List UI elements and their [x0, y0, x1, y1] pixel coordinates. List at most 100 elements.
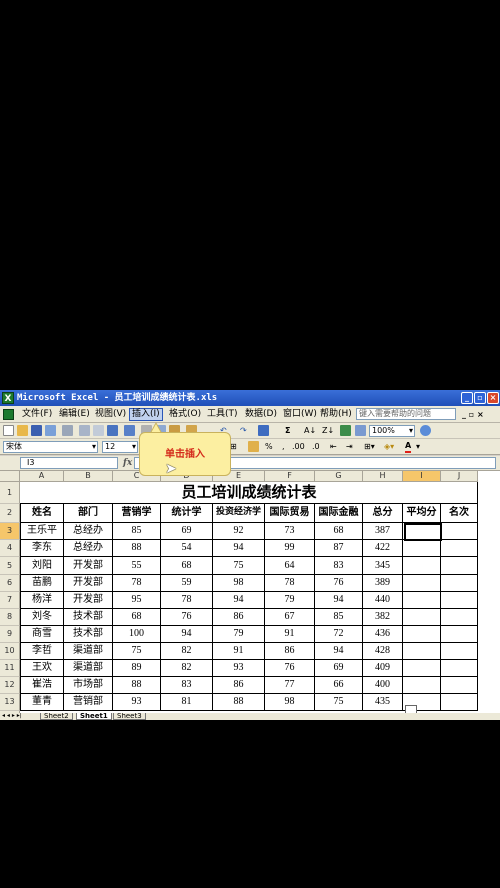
table-cell[interactable]: 总经办: [64, 523, 113, 540]
table-cell[interactable]: 59: [161, 575, 213, 592]
email-icon[interactable]: [62, 425, 73, 436]
menu-insert[interactable]: 插入(I): [129, 408, 163, 421]
table-cell[interactable]: 83: [161, 677, 213, 694]
research-icon[interactable]: [124, 425, 135, 436]
table-cell[interactable]: 100: [113, 626, 161, 643]
minimize-button[interactable]: _: [461, 392, 473, 404]
table-cell[interactable]: 市场部: [64, 677, 113, 694]
table-cell[interactable]: 78: [113, 575, 161, 592]
table-cell[interactable]: 68: [161, 557, 213, 575]
table-cell[interactable]: [441, 540, 478, 557]
table-cell[interactable]: 渠道部: [64, 643, 113, 660]
table-cell[interactable]: [441, 609, 478, 626]
table-cell[interactable]: 91: [213, 643, 265, 660]
table-cell[interactable]: 94: [315, 592, 363, 609]
table-header-col-b[interactable]: 部门: [64, 504, 113, 523]
decrease-decimal-icon[interactable]: .0: [312, 441, 320, 453]
table-cell[interactable]: 422: [363, 540, 403, 557]
table-cell[interactable]: 75: [315, 694, 363, 711]
table-cell[interactable]: 商雪: [20, 626, 64, 643]
menu-data[interactable]: 数据(D): [243, 409, 279, 420]
table-cell[interactable]: 技术部: [64, 626, 113, 643]
spelling-icon[interactable]: [107, 425, 118, 436]
table-cell[interactable]: [403, 677, 441, 694]
table-cell[interactable]: 435: [363, 694, 403, 711]
row-header-11[interactable]: 11: [0, 660, 20, 677]
sheet-tab-sheet3[interactable]: Sheet3: [113, 713, 146, 720]
table-cell[interactable]: 64: [265, 557, 315, 575]
table-header-col-d[interactable]: 统计学: [161, 504, 213, 523]
row-header-1[interactable]: 1: [0, 482, 20, 504]
print-icon[interactable]: [79, 425, 90, 436]
table-header-col-a[interactable]: 姓名: [20, 504, 64, 523]
table-cell[interactable]: 93: [213, 660, 265, 677]
table-cell[interactable]: 杨洋: [20, 592, 64, 609]
table-cell[interactable]: 68: [315, 523, 363, 540]
row-header-13[interactable]: 13: [0, 694, 20, 711]
table-cell[interactable]: 93: [113, 694, 161, 711]
table-cell[interactable]: 81: [161, 694, 213, 711]
table-cell[interactable]: 76: [161, 609, 213, 626]
table-cell[interactable]: 79: [213, 626, 265, 643]
row-header-5[interactable]: 5: [0, 557, 20, 575]
menu-edit[interactable]: 编辑(E): [57, 409, 92, 420]
table-cell[interactable]: 87: [315, 540, 363, 557]
table-header-col-c[interactable]: 营销学: [113, 504, 161, 523]
table-header-col-g[interactable]: 国际金融: [315, 504, 363, 523]
row-header-12[interactable]: 12: [0, 677, 20, 694]
restore-button[interactable]: ▫: [474, 392, 486, 404]
hyperlink-icon[interactable]: [258, 425, 269, 436]
table-cell[interactable]: [441, 677, 478, 694]
table-cell[interactable]: 67: [265, 609, 315, 626]
table-cell[interactable]: 苗鹏: [20, 575, 64, 592]
menu-view[interactable]: 视图(V): [93, 409, 128, 420]
row-header-6[interactable]: 6: [0, 575, 20, 592]
table-cell[interactable]: 76: [265, 660, 315, 677]
row-header-2[interactable]: 2: [0, 504, 20, 523]
table-cell[interactable]: 72: [315, 626, 363, 643]
menu-window[interactable]: 窗口(W): [281, 409, 319, 420]
column-header-b[interactable]: B: [64, 471, 113, 482]
column-header-g[interactable]: G: [315, 471, 363, 482]
table-cell[interactable]: 98: [213, 575, 265, 592]
table-cell[interactable]: 开发部: [64, 592, 113, 609]
table-cell[interactable]: 78: [265, 575, 315, 592]
sheet-tab-sheet1[interactable]: Sheet1: [76, 713, 112, 720]
table-cell[interactable]: [441, 575, 478, 592]
column-header-f[interactable]: F: [265, 471, 315, 482]
table-cell[interactable]: 董青: [20, 694, 64, 711]
table-cell[interactable]: [403, 575, 441, 592]
insert-function-icon[interactable]: fx: [123, 457, 132, 469]
help-search-input[interactable]: 键入需要帮助的问题: [356, 408, 456, 420]
chart-wizard-icon[interactable]: [340, 425, 351, 436]
excel-icon[interactable]: X: [2, 392, 14, 404]
row-header-3[interactable]: 3: [0, 523, 20, 540]
table-cell[interactable]: [441, 626, 478, 643]
table-cell[interactable]: 86: [213, 609, 265, 626]
workbook-controls[interactable]: _ ▫ ×: [462, 409, 484, 420]
table-cell[interactable]: 刘阳: [20, 557, 64, 575]
font-size-select[interactable]: 12: [102, 441, 138, 453]
sort-descending-icon[interactable]: Z↓: [322, 425, 334, 437]
close-button[interactable]: ×: [487, 392, 499, 404]
table-cell[interactable]: 85: [113, 523, 161, 540]
table-cell[interactable]: [441, 557, 478, 575]
table-cell[interactable]: 94: [315, 643, 363, 660]
table-cell[interactable]: [403, 660, 441, 677]
font-color-dropdown-icon[interactable]: ▾: [416, 441, 420, 453]
table-cell[interactable]: 开发部: [64, 557, 113, 575]
table-cell[interactable]: 382: [363, 609, 403, 626]
tab-scroll-buttons[interactable]: ◂ ◂ ▸ ▸|: [2, 713, 22, 720]
increase-indent-icon[interactable]: ⇥: [346, 441, 353, 453]
help-icon[interactable]: [420, 425, 431, 436]
table-cell[interactable]: 55: [113, 557, 161, 575]
table-cell[interactable]: 营销部: [64, 694, 113, 711]
table-cell[interactable]: 总经办: [64, 540, 113, 557]
table-cell[interactable]: 94: [213, 592, 265, 609]
font-color-icon[interactable]: A: [405, 441, 412, 453]
redo-icon[interactable]: ↷: [240, 425, 247, 437]
table-cell[interactable]: 76: [315, 575, 363, 592]
row-header-7[interactable]: 7: [0, 592, 20, 609]
table-cell[interactable]: 开发部: [64, 575, 113, 592]
table-cell[interactable]: 刘冬: [20, 609, 64, 626]
